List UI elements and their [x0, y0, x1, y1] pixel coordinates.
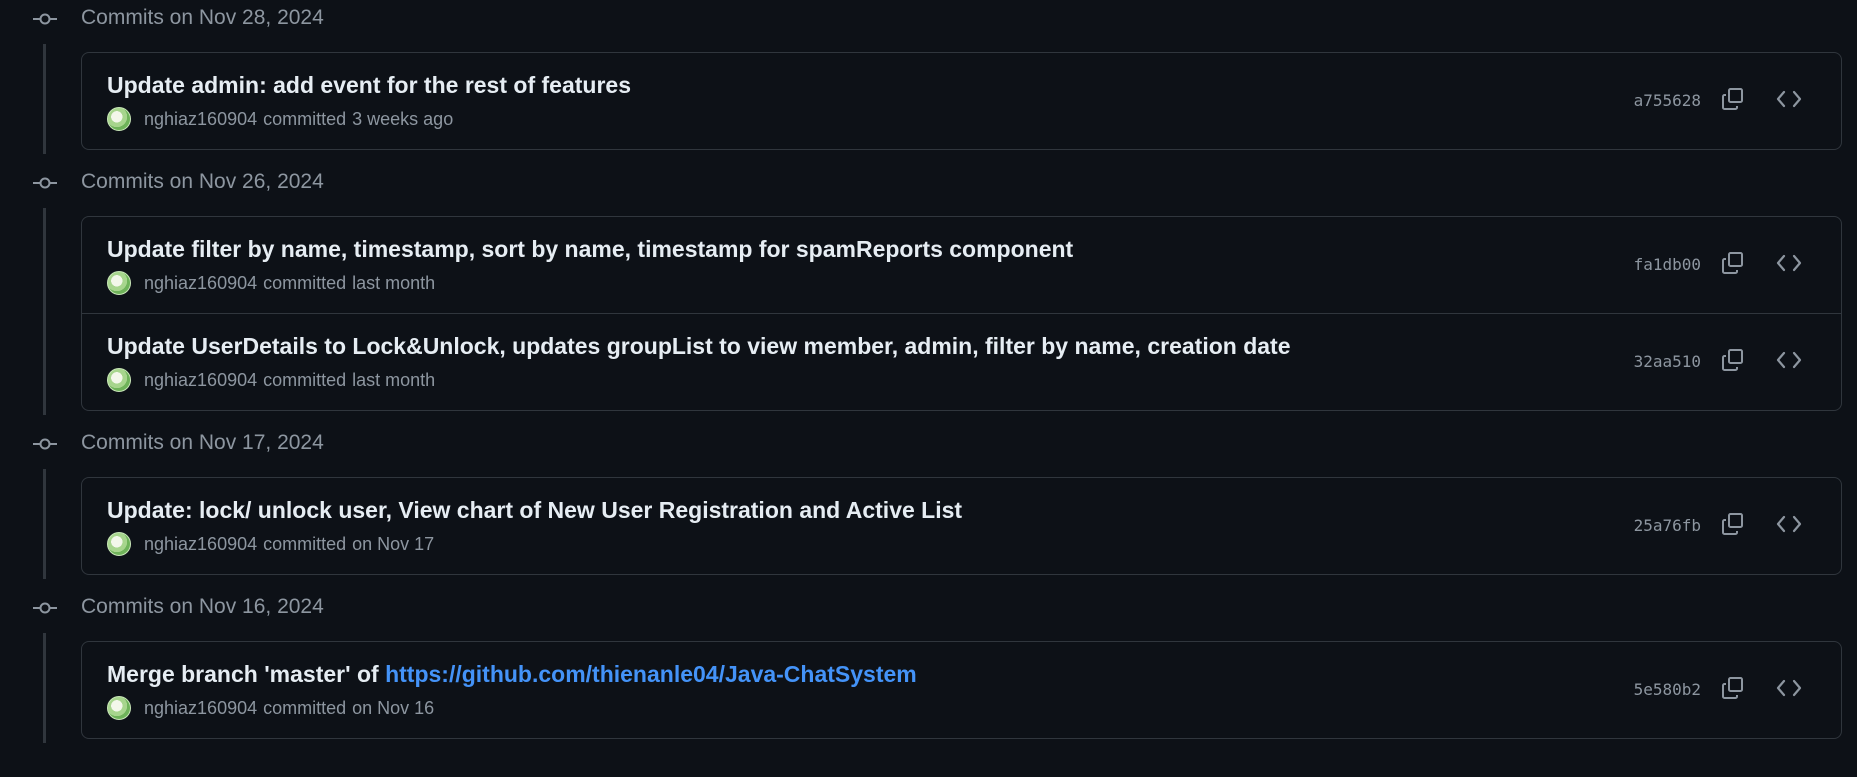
copy-icon [1721, 87, 1745, 116]
avatar[interactable] [107, 696, 131, 720]
commit-time: last month [352, 273, 436, 293]
timeline-rail [43, 633, 46, 743]
commit-row: Update admin: add event for the rest of … [82, 53, 1841, 149]
commit-row: Update: lock/ unlock user, View chart of… [82, 478, 1841, 574]
commit-icon [33, 173, 57, 193]
commit-meta: nghiaz160904 committed 3 weeks ago [107, 107, 453, 131]
commit-message-text[interactable]: Update UserDetails to Lock&Unlock, updat… [107, 333, 1291, 359]
commit-meta: nghiaz160904 committed on Nov 16 [107, 696, 434, 720]
commit-author[interactable]: nghiaz160904 [144, 696, 257, 720]
copy-sha-button[interactable] [1715, 508, 1751, 544]
commit-group-title: Commits on Nov 28, 2024 [81, 6, 324, 29]
code-icon [1776, 348, 1802, 377]
commit-message-text[interactable]: Merge branch 'master' of [107, 661, 385, 687]
copy-icon [1721, 251, 1745, 280]
code-icon [1776, 676, 1802, 705]
code-icon [1776, 87, 1802, 116]
avatar[interactable] [107, 271, 131, 295]
commit-message[interactable]: Update admin: add event for the rest of … [107, 70, 631, 100]
code-icon [1776, 251, 1802, 280]
commit-row: Update UserDetails to Lock&Unlock, updat… [82, 313, 1841, 409]
commit-time: on Nov 17 [352, 534, 435, 554]
commit-author[interactable]: nghiaz160904 [144, 271, 257, 295]
browse-code-button[interactable] [1771, 247, 1807, 283]
commit-meta: nghiaz160904 committed on Nov 17 [107, 532, 434, 556]
commit-verb: committed [263, 273, 347, 293]
commit-list-card: Update: lock/ unlock user, View chart of… [81, 477, 1842, 575]
commit-message-link[interactable]: https://github.com/thienanle04/Java-Chat… [385, 661, 917, 687]
commit-message-text[interactable]: Update admin: add event for the rest of … [107, 72, 631, 98]
copy-sha-button[interactable] [1715, 247, 1751, 283]
commit-message-text[interactable]: Update filter by name, timestamp, sort b… [107, 236, 1073, 262]
commit-sha[interactable]: 5e580b2 [1634, 679, 1701, 701]
timeline-rail [43, 208, 46, 415]
commit-message[interactable]: Update filter by name, timestamp, sort b… [107, 234, 1073, 264]
copy-icon [1721, 348, 1745, 377]
commit-row: Merge branch 'master' of https://github.… [82, 642, 1841, 738]
copy-sha-button[interactable] [1715, 83, 1751, 119]
copy-icon [1721, 676, 1745, 705]
code-icon [1776, 512, 1802, 541]
commit-time: on Nov 16 [352, 698, 435, 718]
copy-icon [1721, 512, 1745, 541]
avatar[interactable] [107, 532, 131, 556]
commit-sha[interactable]: 32aa510 [1634, 351, 1701, 373]
commit-message[interactable]: Update: lock/ unlock user, View chart of… [107, 495, 962, 525]
commit-list-card: Merge branch 'master' of https://github.… [81, 641, 1842, 739]
commit-author[interactable]: nghiaz160904 [144, 532, 257, 556]
commit-verb: committed [263, 534, 347, 554]
commit-verb: committed [263, 698, 347, 718]
copy-sha-button[interactable] [1715, 344, 1751, 380]
commit-verb: committed [263, 109, 347, 129]
commit-author[interactable]: nghiaz160904 [144, 368, 257, 392]
commit-message[interactable]: Update UserDetails to Lock&Unlock, updat… [107, 331, 1291, 361]
avatar[interactable] [107, 107, 131, 131]
commit-icon [33, 434, 57, 454]
commit-message[interactable]: Merge branch 'master' of https://github.… [107, 659, 917, 689]
commit-meta: nghiaz160904 committed last month [107, 368, 435, 392]
timeline-rail [43, 44, 46, 154]
commit-group-title: Commits on Nov 17, 2024 [81, 431, 324, 454]
commit-icon [33, 598, 57, 618]
commit-sha[interactable]: a755628 [1634, 90, 1701, 112]
browse-code-button[interactable] [1771, 672, 1807, 708]
commit-icon [33, 9, 57, 29]
avatar[interactable] [107, 368, 131, 392]
commit-sha[interactable]: 25a76fb [1634, 515, 1701, 537]
browse-code-button[interactable] [1771, 83, 1807, 119]
commit-group-title: Commits on Nov 26, 2024 [81, 170, 324, 193]
commit-author[interactable]: nghiaz160904 [144, 107, 257, 131]
commit-time: 3 weeks ago [352, 109, 454, 129]
commit-group-title: Commits on Nov 16, 2024 [81, 595, 324, 618]
commit-list-card: Update admin: add event for the rest of … [81, 52, 1842, 150]
commit-meta: nghiaz160904 committed last month [107, 271, 435, 295]
commit-row: Update filter by name, timestamp, sort b… [82, 217, 1841, 313]
commit-sha[interactable]: fa1db00 [1634, 254, 1701, 276]
copy-sha-button[interactable] [1715, 672, 1751, 708]
browse-code-button[interactable] [1771, 344, 1807, 380]
commit-timeline: Commits on Nov 28, 2024 Update admin: add… [0, 0, 1857, 777]
browse-code-button[interactable] [1771, 508, 1807, 544]
timeline-rail [43, 469, 46, 579]
commit-verb: committed [263, 370, 347, 390]
commit-message-text[interactable]: Update: lock/ unlock user, View chart of… [107, 497, 962, 523]
commit-time: last month [352, 370, 436, 390]
commit-list-card: Update filter by name, timestamp, sort b… [81, 216, 1842, 411]
